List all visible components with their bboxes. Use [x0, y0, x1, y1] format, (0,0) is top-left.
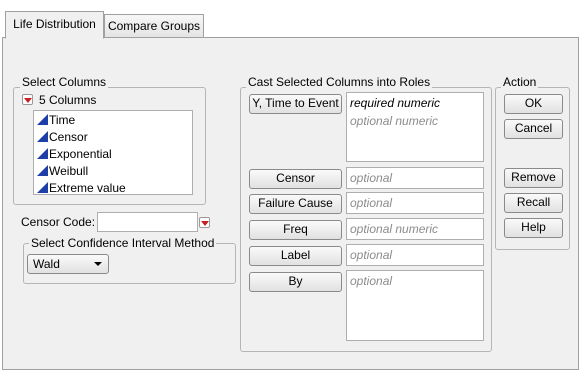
help-button[interactable]: Help: [504, 218, 563, 238]
y-time-to-event-button[interactable]: Y, Time to Event: [249, 94, 342, 114]
role-hint: optional numeric: [350, 222, 439, 236]
list-item[interactable]: Exponential: [37, 146, 112, 163]
list-item[interactable]: Censor: [37, 129, 88, 146]
cast-roles-title: Cast Selected Columns into Roles: [246, 75, 433, 89]
list-item[interactable]: Time: [37, 112, 75, 129]
role-hint: optional numeric: [350, 114, 439, 128]
column-name: Exponential: [49, 147, 112, 161]
columns-list[interactable]: Time Censor Exponential Weibull Extreme …: [33, 110, 193, 195]
continuous-column-icon: [37, 131, 48, 142]
censor-role-field[interactable]: optional: [346, 167, 484, 189]
ok-button[interactable]: OK: [504, 94, 563, 114]
tab-life-distribution[interactable]: Life Distribution: [5, 11, 104, 39]
column-name: Extreme value: [49, 181, 126, 195]
continuous-column-icon: [37, 182, 48, 193]
remove-button[interactable]: Remove: [504, 168, 563, 188]
failure-cause-field[interactable]: optional: [346, 192, 484, 214]
column-name: Censor: [49, 130, 88, 144]
censor-code-label: Censor Code:: [21, 215, 96, 229]
columns-menu-icon[interactable]: [22, 94, 33, 105]
columns-count: 5 Columns: [39, 93, 97, 107]
role-hint: optional: [350, 274, 393, 288]
select-columns-title: Select Columns: [20, 75, 109, 89]
continuous-column-icon: [37, 114, 48, 125]
ci-method-value: Wald: [33, 257, 60, 271]
by-field[interactable]: optional: [346, 270, 484, 341]
column-name: Weibull: [49, 164, 89, 178]
freq-field[interactable]: optional numeric: [346, 218, 484, 240]
continuous-column-icon: [37, 165, 48, 176]
label-field[interactable]: optional: [346, 244, 484, 266]
censor-role-button[interactable]: Censor: [249, 169, 342, 189]
continuous-column-icon: [37, 148, 48, 159]
role-hint: optional: [350, 196, 393, 210]
list-item[interactable]: Weibull: [37, 163, 88, 180]
y-time-to-event-field[interactable]: required numeric optional numeric: [346, 92, 484, 162]
chevron-down-icon: [94, 262, 102, 266]
failure-cause-button[interactable]: Failure Cause: [249, 194, 342, 214]
label-button[interactable]: Label: [249, 246, 342, 266]
list-item[interactable]: Extreme value: [37, 180, 126, 197]
censor-code-menu-icon[interactable]: [199, 217, 210, 228]
column-name: Time: [49, 113, 76, 127]
censor-code-input[interactable]: [97, 212, 198, 232]
ci-method-title: Select Confidence Interval Method: [29, 236, 217, 250]
role-hint: required numeric: [350, 96, 441, 110]
ci-method-select[interactable]: Wald: [27, 254, 109, 274]
tab-compare-groups[interactable]: Compare Groups: [104, 14, 204, 38]
role-hint: optional: [350, 171, 393, 185]
cancel-button[interactable]: Cancel: [504, 119, 563, 139]
recall-button[interactable]: Recall: [504, 193, 563, 213]
freq-button[interactable]: Freq: [249, 220, 342, 240]
action-title: Action: [501, 75, 539, 89]
by-button[interactable]: By: [249, 272, 342, 292]
role-hint: optional: [350, 248, 393, 262]
